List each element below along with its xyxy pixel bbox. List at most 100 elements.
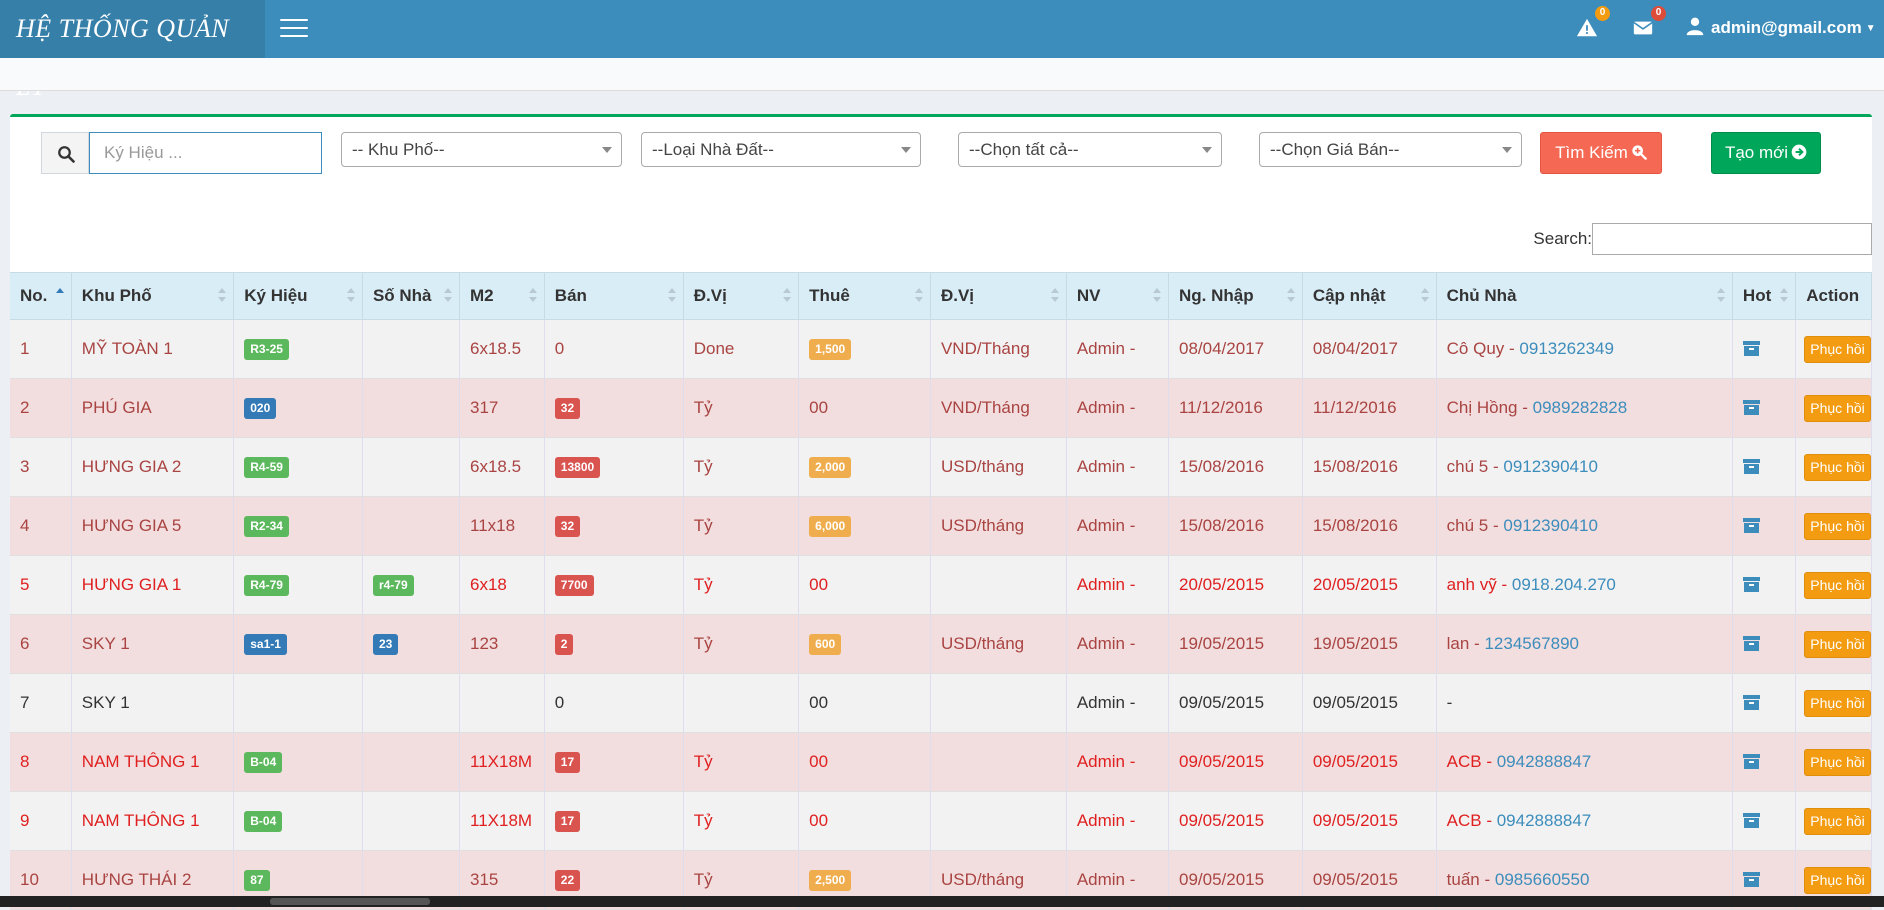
column-header[interactable]: NV	[1066, 272, 1169, 320]
owner-phone[interactable]: 0912390410	[1503, 457, 1598, 476]
loai-nha-dat-select[interactable]: --Loại Nhà Đất--	[641, 132, 921, 167]
owner-phone[interactable]: 0918.204.270	[1512, 575, 1616, 594]
search-button[interactable]: Tìm Kiếm	[1540, 132, 1662, 174]
cap-nhat-cell: 09/05/2015	[1302, 791, 1437, 851]
owner-phone[interactable]: 0942888847	[1497, 811, 1592, 830]
archive-icon[interactable]	[1742, 400, 1760, 415]
khu-pho-cell: HƯNG GIA 1	[71, 555, 235, 615]
restore-button[interactable]: Phục hồi	[1804, 689, 1871, 717]
table-row[interactable]: 7 SKY 1 0 00 Admin -09/05/2015 09/05/2015- Ph…	[10, 673, 1872, 733]
scrollbar-thumb[interactable]	[270, 898, 430, 905]
khu-pho-cell: HƯNG GIA 5	[71, 496, 235, 556]
chon-tat-ca-select[interactable]: --Chọn tất cả--	[958, 132, 1222, 167]
horizontal-scrollbar[interactable]	[0, 896, 1884, 907]
thue-cell: 00	[798, 791, 931, 851]
column-header[interactable]: No.	[10, 272, 72, 320]
messages-count-badge: 0	[1651, 6, 1666, 21]
archive-icon[interactable]	[1742, 636, 1760, 651]
column-header[interactable]: Chủ Nhà	[1436, 272, 1733, 320]
table-row[interactable]: 6 SKY 1 sa1-1 23 123 2 Tỷ 600 USD/tháng Admin -19…	[10, 614, 1872, 674]
user-icon	[1686, 17, 1704, 36]
column-header[interactable]: Khu Phố	[71, 272, 235, 320]
ky-hieu-badge: R4-59	[244, 457, 289, 478]
restore-button[interactable]: Phục hồi	[1804, 453, 1871, 481]
table-row[interactable]: 5 HƯNG GIA 1 R4-79 r4-79 6x18 7700 Tỷ 00 Admin -…	[10, 555, 1872, 615]
app-logo[interactable]: HỆ THỐNG QUẢN LÝ	[0, 0, 265, 101]
column-header[interactable]: Đ.Vị	[683, 272, 800, 320]
archive-icon[interactable]	[1742, 813, 1760, 828]
restore-button[interactable]: Phục hồi	[1804, 630, 1871, 658]
table-row[interactable]: 1 MỸ TOÀN 1 R3-25 6x18.5 0 Done 1,500 VND/Tháng…	[10, 319, 1872, 379]
create-new-button[interactable]: Tạo mới	[1711, 132, 1821, 174]
restore-button[interactable]: Phục hồi	[1804, 512, 1871, 540]
chevron-down-icon	[602, 147, 612, 153]
column-header[interactable]: Action	[1795, 272, 1872, 320]
column-header[interactable]: Hot	[1732, 272, 1797, 320]
table-search-label: Search:	[1533, 229, 1592, 248]
column-header[interactable]: M2	[459, 272, 545, 320]
ban-unit-cell: Tỷ	[683, 732, 800, 792]
archive-icon[interactable]	[1742, 518, 1760, 533]
column-header[interactable]: Ký Hiệu	[233, 272, 363, 320]
restore-button[interactable]: Phục hồi	[1804, 748, 1871, 776]
chon-gia-ban-select-value: --Chọn Giá Bán--	[1270, 140, 1400, 159]
chu-nha-cell: ACB - 0942888847	[1436, 732, 1733, 792]
action-cell: Phục hồi	[1795, 496, 1872, 556]
restore-button[interactable]: Phục hồi	[1804, 335, 1871, 363]
restore-button[interactable]: Phục hồi	[1804, 866, 1871, 894]
archive-icon[interactable]	[1742, 577, 1760, 592]
table-search-input[interactable]	[1592, 223, 1872, 255]
sidebar-toggle-button[interactable]	[280, 19, 308, 39]
owner-phone[interactable]: 1234567890	[1484, 634, 1579, 653]
archive-icon[interactable]	[1742, 695, 1760, 710]
table-row[interactable]: 2 PHÚ GIA 020 317 32 Tỷ 00 VND/Tháng Admin -11/1…	[10, 378, 1872, 438]
ng-nhap-cell: 11/12/2016	[1168, 378, 1303, 438]
thue-cell: 1,500	[798, 319, 931, 379]
column-header[interactable]: Thuê	[798, 272, 931, 320]
thue-cell: 6,000	[798, 496, 931, 556]
owner-phone[interactable]: 0912390410	[1503, 516, 1598, 535]
column-header[interactable]: Số Nhà	[362, 272, 461, 320]
chu-nha-cell: -	[1436, 673, 1733, 733]
archive-icon[interactable]	[1742, 459, 1760, 474]
owner-phone[interactable]: 0913262349	[1519, 339, 1614, 358]
hamburger-line	[280, 27, 308, 29]
khu-pho-cell: HƯNG GIA 2	[71, 437, 235, 497]
chon-gia-ban-select[interactable]: --Chọn Giá Bán--	[1259, 132, 1522, 167]
archive-icon[interactable]	[1742, 872, 1760, 887]
restore-button[interactable]: Phục hồi	[1804, 394, 1871, 422]
table-row[interactable]: 3 HƯNG GIA 2 R4-59 6x18.5 13800 Tỷ 2,000 USD/th…	[10, 437, 1872, 497]
thue-unit-cell	[930, 791, 1067, 851]
column-header[interactable]: Cập nhật	[1302, 272, 1437, 320]
table-row[interactable]: 9 NAM THÔNG 1 B-04 11X18M 17 Tỷ 00 Admin -09/05…	[10, 791, 1872, 851]
alerts-button[interactable]: 0	[1576, 6, 1610, 42]
messages-button[interactable]: 0	[1632, 6, 1666, 42]
action-cell: Phục hồi	[1795, 437, 1872, 497]
owner-phone[interactable]: 0985660550	[1495, 870, 1590, 889]
search-button-label: Tìm Kiếm	[1555, 143, 1628, 162]
archive-icon[interactable]	[1742, 754, 1760, 769]
row-number: 4	[10, 496, 72, 556]
restore-button[interactable]: Phục hồi	[1804, 571, 1871, 599]
column-header[interactable]: Đ.Vị	[930, 272, 1067, 320]
table-row[interactable]: 4 HƯNG GIA 5 R2-34 11x18 32 Tỷ 6,000 USD/tháng A…	[10, 496, 1872, 556]
ky-hieu-search-input[interactable]	[89, 132, 322, 174]
action-cell: Phục hồi	[1795, 732, 1872, 792]
column-header[interactable]: Bán	[544, 272, 684, 320]
khu-pho-select[interactable]: -- Khu Phố--	[341, 132, 622, 167]
hot-cell	[1732, 378, 1797, 438]
restore-button[interactable]: Phục hồi	[1804, 807, 1871, 835]
chon-tat-ca-select-value: --Chọn tất cả--	[969, 140, 1079, 159]
so-nha-badge: r4-79	[372, 575, 414, 596]
archive-icon[interactable]	[1742, 341, 1760, 356]
row-number: 8	[10, 732, 72, 792]
owner-phone[interactable]: 0989282828	[1533, 398, 1628, 417]
owner-phone[interactable]: 0942888847	[1497, 752, 1592, 771]
cap-nhat-cell: 20/05/2015	[1302, 555, 1437, 615]
column-header-label: Ng. Nhập	[1178, 286, 1254, 305]
user-account-menu[interactable]: admin@gmail.com ▼	[1685, 14, 1876, 42]
table-row[interactable]: 8 NAM THÔNG 1 B-04 11X18M 17 Tỷ 00 Admin -09/05…	[10, 732, 1872, 792]
column-header[interactable]: Ng. Nhập	[1168, 272, 1303, 320]
chevron-down-icon	[1502, 147, 1512, 153]
ban-price-badge: 32	[554, 398, 581, 419]
